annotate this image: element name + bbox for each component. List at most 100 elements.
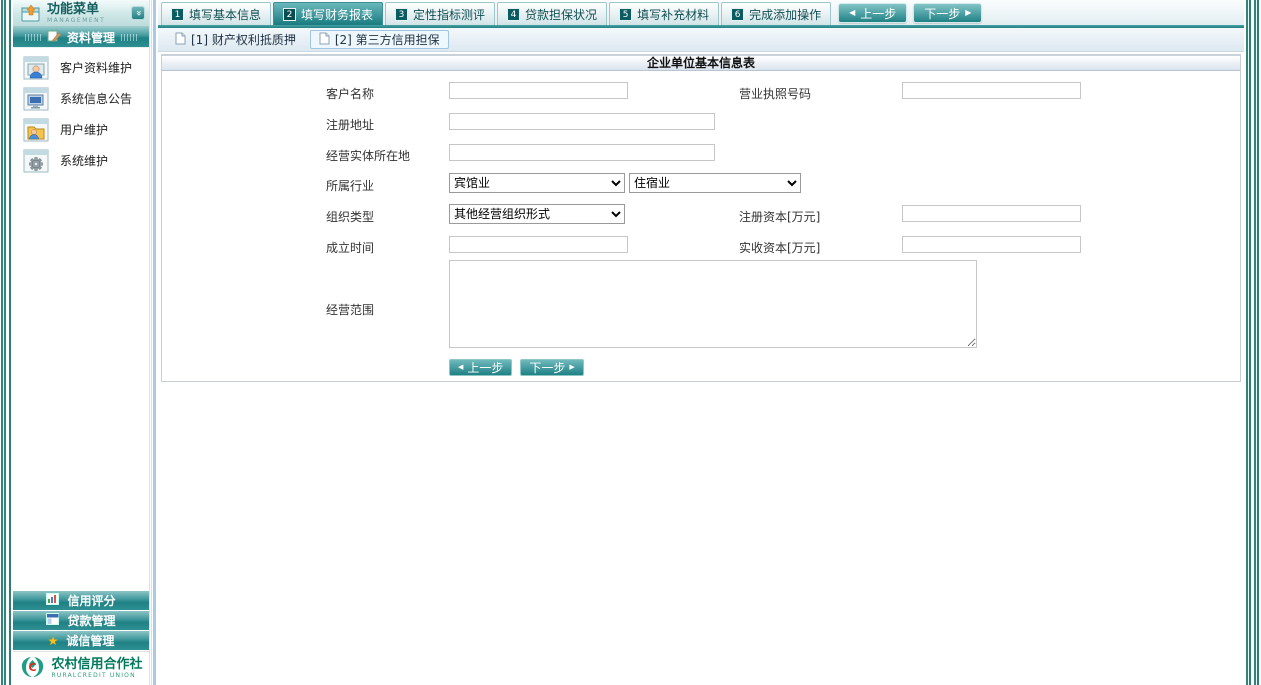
found-date-label: 成立时间 bbox=[326, 239, 374, 256]
collapse-sidebar-button[interactable]: » bbox=[131, 6, 145, 20]
left-arrow-icon: ◀ bbox=[849, 9, 855, 17]
tab-number-icon: 3 bbox=[395, 8, 408, 21]
document-icon bbox=[319, 32, 330, 48]
sidebar-subtitle: MANAGEMENT bbox=[47, 18, 131, 24]
system-notice-icon bbox=[23, 87, 49, 111]
tab-number-icon: 2 bbox=[283, 8, 296, 21]
sidebar-item-label: 系统维护 bbox=[60, 152, 108, 169]
tab-qualitative-assessment[interactable]: 3 定性指标测评 bbox=[385, 2, 495, 25]
edit-page-icon bbox=[47, 30, 61, 45]
tab-loan-guarantee-status[interactable]: 4 贷款担保状况 bbox=[497, 2, 607, 25]
content-area: 企业单位基本信息表 客户名称 营业执照号码 注册地址 经营实体所在地 所属行业 … bbox=[158, 52, 1244, 685]
tab-complete-add-operation[interactable]: 6 完成添加操作 bbox=[721, 2, 831, 25]
section-deco-left bbox=[25, 34, 41, 41]
sidebar-section-label: 资料管理 bbox=[67, 29, 115, 46]
enterprise-basic-info-form: 企业单位基本信息表 客户名称 营业执照号码 注册地址 经营实体所在地 所属行业 … bbox=[161, 54, 1241, 382]
tab-label: 填写补充材料 bbox=[637, 6, 709, 23]
integrity-star-icon: ★ bbox=[48, 635, 59, 647]
prev-step-button-bottom[interactable]: ◀ 上一步 bbox=[449, 359, 512, 376]
sidebar-splitter[interactable] bbox=[150, 0, 158, 685]
license-no-input[interactable] bbox=[902, 82, 1081, 99]
main-area: 1 填写基本信息 2 填写财务报表 3 定性指标测评 4 贷款担保状况 5 填写… bbox=[158, 0, 1244, 685]
form-title: 企业单位基本信息表 bbox=[162, 55, 1240, 71]
prev-step-label: 上一步 bbox=[860, 5, 896, 22]
sidebar: 功能菜单 MANAGEMENT » 资料管理 bbox=[13, 0, 150, 685]
sidebar-title: 功能菜单 bbox=[47, 3, 131, 16]
prev-step-button-top[interactable]: ◀ 上一步 bbox=[838, 3, 907, 23]
reg-address-label: 注册地址 bbox=[326, 116, 374, 133]
right-arrow-icon: ▶ bbox=[965, 9, 971, 17]
tab-fill-financial-report[interactable]: 2 填写财务报表 bbox=[273, 2, 383, 25]
sidebar-section-integrity-management[interactable]: ★ 诚信管理 bbox=[13, 631, 149, 650]
business-scope-textarea[interactable] bbox=[449, 260, 977, 348]
tab-label: 填写基本信息 bbox=[189, 6, 261, 23]
tab-number-icon: 5 bbox=[619, 8, 632, 21]
reg-address-input[interactable] bbox=[449, 113, 715, 130]
customer-profile-icon bbox=[23, 56, 49, 80]
sidebar-header: 功能菜单 MANAGEMENT » bbox=[13, 0, 149, 27]
left-edge-stripes bbox=[0, 0, 13, 685]
sidebar-item-label: 系统信息公告 bbox=[60, 90, 132, 107]
sidebar-item-user-maintenance[interactable]: 用户维护 bbox=[23, 114, 149, 145]
chevron-down-icon: » bbox=[133, 10, 143, 16]
industry-major-select[interactable]: 宾馆业 bbox=[449, 173, 625, 193]
rural-credit-union-logo-icon: C bbox=[19, 654, 46, 684]
org-logo-text: 农村信用合作社 RURALCREDIT UNION bbox=[51, 658, 142, 679]
sidebar-item-label: 用户维护 bbox=[60, 121, 108, 138]
subtab-property-rights-pledge[interactable]: [1] 财产权利抵质押 bbox=[166, 30, 305, 49]
form-button-row: ◀ 上一步 下一步 ▶ bbox=[449, 359, 584, 376]
org-type-label: 组织类型 bbox=[326, 208, 374, 225]
org-type-select[interactable]: 其他经营组织形式 bbox=[449, 204, 625, 224]
tab-fill-basic-info[interactable]: 1 填写基本信息 bbox=[161, 2, 271, 25]
left-arrow-icon: ◀ bbox=[458, 364, 463, 371]
wizard-tab-bar: 1 填写基本信息 2 填写财务报表 3 定性指标测评 4 贷款担保状况 5 填写… bbox=[158, 0, 1244, 25]
customer-name-label: 客户名称 bbox=[326, 85, 374, 102]
sidebar-bar-label: 贷款管理 bbox=[67, 612, 115, 629]
tab-label: 填写财务报表 bbox=[301, 6, 373, 23]
tab-number-icon: 4 bbox=[507, 8, 520, 21]
next-step-label: 下一步 bbox=[924, 5, 960, 22]
paid-capital-input[interactable] bbox=[902, 236, 1081, 253]
loan-management-icon bbox=[46, 613, 59, 628]
entity-location-input[interactable] bbox=[449, 144, 715, 161]
sidebar-item-label: 客户资料维护 bbox=[60, 59, 132, 76]
license-no-label: 营业执照号码 bbox=[739, 85, 811, 102]
sidebar-bar-label: 诚信管理 bbox=[66, 632, 114, 649]
function-menu-icon bbox=[21, 4, 41, 22]
org-name-en: RURALCREDIT UNION bbox=[51, 672, 142, 679]
found-date-input[interactable] bbox=[449, 236, 628, 253]
sidebar-item-system-notice[interactable]: 系统信息公告 bbox=[23, 83, 149, 114]
next-step-button-top[interactable]: 下一步 ▶ bbox=[913, 3, 982, 23]
tab-label: 贷款担保状况 bbox=[525, 6, 597, 23]
guarantee-subtab-bar: [1] 财产权利抵质押 [2] 第三方信用担保 bbox=[158, 28, 1244, 52]
subtab-label: [1] 财产权利抵质押 bbox=[191, 31, 296, 48]
sidebar-section-loan-management[interactable]: 贷款管理 bbox=[13, 611, 149, 630]
customer-name-input[interactable] bbox=[449, 82, 628, 99]
reg-capital-label: 注册资本[万元] bbox=[739, 208, 820, 225]
entity-location-label: 经营实体所在地 bbox=[326, 147, 410, 164]
tab-label: 定性指标测评 bbox=[413, 6, 485, 23]
section-deco-right bbox=[121, 34, 137, 41]
tab-number-icon: 6 bbox=[731, 8, 744, 21]
right-edge-stripes bbox=[1244, 0, 1261, 685]
paid-capital-label: 实收资本[万元] bbox=[739, 239, 820, 256]
sidebar-item-customer-profile[interactable]: 客户资料维护 bbox=[23, 52, 149, 83]
sidebar-section-credit-score[interactable]: 信用评分 bbox=[13, 591, 149, 610]
next-step-button-bottom[interactable]: 下一步 ▶ bbox=[520, 359, 583, 376]
tab-label: 完成添加操作 bbox=[749, 6, 821, 23]
user-maintenance-icon bbox=[23, 118, 49, 142]
subtab-third-party-credit-guarantee[interactable]: [2] 第三方信用担保 bbox=[310, 30, 449, 49]
next-step-label: 下一步 bbox=[529, 359, 565, 376]
org-logo: C 农村信用合作社 RURALCREDIT UNION bbox=[13, 651, 149, 685]
prev-step-label: 上一步 bbox=[467, 359, 503, 376]
org-name: 农村信用合作社 bbox=[51, 658, 142, 672]
system-maintenance-icon bbox=[23, 149, 49, 173]
sidebar-section-data-management[interactable]: 资料管理 bbox=[13, 27, 149, 48]
sidebar-item-system-maintenance[interactable]: 系统维护 bbox=[23, 145, 149, 176]
reg-capital-input[interactable] bbox=[902, 205, 1081, 222]
sidebar-bar-label: 信用评分 bbox=[67, 592, 115, 609]
app-window: 功能菜单 MANAGEMENT » 资料管理 bbox=[0, 0, 1261, 685]
tab-fill-supplementary-materials[interactable]: 5 填写补充材料 bbox=[609, 2, 719, 25]
industry-minor-select[interactable]: 住宿业 bbox=[629, 173, 801, 193]
svg-text:C: C bbox=[29, 661, 37, 674]
